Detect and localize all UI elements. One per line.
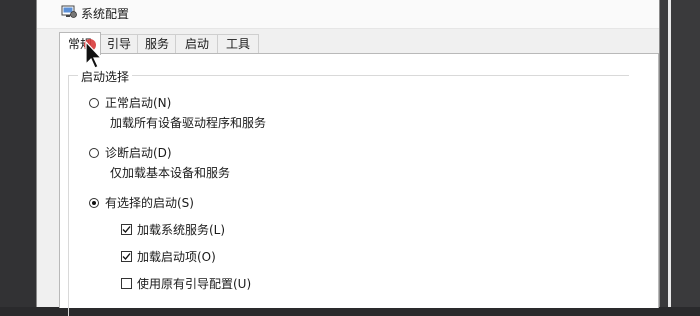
window-title: 系统配置 — [81, 7, 130, 21]
diagnostic-startup-desc: 仅加载基本设备和服务 — [110, 166, 231, 180]
diagnostic-startup-label: 诊断启动(D) — [105, 146, 172, 160]
tab-strip: 常规 引导 服务 启动 工具 — [37, 30, 659, 55]
radio-button-selected[interactable] — [89, 197, 99, 208]
checkbox-checked[interactable] — [121, 251, 132, 262]
checkbox-checked[interactable] — [121, 224, 132, 235]
normal-startup-label: 正常启动(N) — [105, 96, 172, 110]
title-bar: 系统配置 — [37, 0, 659, 29]
system-config-window: 系统配置 常规 引导 服务 启动 工具 启动选择 正常启动(N) 加载所有设备驱… — [36, 0, 660, 316]
tab-tools[interactable]: 工具 — [217, 34, 259, 53]
load-system-services-label: 加载系统服务(L) — [137, 223, 226, 237]
selective-startup-radio[interactable]: 有选择的启动(S) — [89, 194, 194, 211]
normal-startup-desc: 加载所有设备驱动程序和服务 — [110, 116, 267, 130]
radio-button[interactable] — [89, 97, 99, 108]
tab-services[interactable]: 服务 — [137, 34, 177, 53]
desktop-strip — [668, 0, 671, 307]
load-startup-items-label: 加载启动项(O) — [137, 250, 216, 264]
radio-button[interactable] — [89, 147, 99, 158]
use-original-boot-config-checkbox[interactable]: 使用原有引导配置(U) — [121, 275, 251, 292]
checkmark-icon — [122, 226, 131, 233]
use-original-boot-config-label: 使用原有引导配置(U) — [137, 277, 252, 291]
mouse-cursor-icon — [84, 39, 103, 69]
screen-bezel-right — [658, 0, 700, 307]
load-startup-items-checkbox[interactable]: 加载启动项(O) — [121, 248, 216, 265]
normal-startup-radio[interactable]: 正常启动(N) — [89, 94, 171, 111]
diagnostic-startup-radio[interactable]: 诊断启动(D) — [89, 144, 172, 161]
selective-startup-label: 有选择的启动(S) — [105, 196, 194, 210]
general-tab-page: 启动选择 正常启动(N) 加载所有设备驱动程序和服务 诊断启动(D) 仅加载基本… — [59, 53, 659, 316]
load-system-services-checkbox[interactable]: 加载系统服务(L) — [121, 221, 225, 238]
checkbox-unchecked[interactable] — [121, 278, 132, 289]
system-config-icon — [61, 5, 77, 18]
checkmark-icon — [122, 253, 131, 260]
screen-bezel-left — [0, 0, 36, 307]
tab-startup[interactable]: 启动 — [175, 34, 219, 53]
